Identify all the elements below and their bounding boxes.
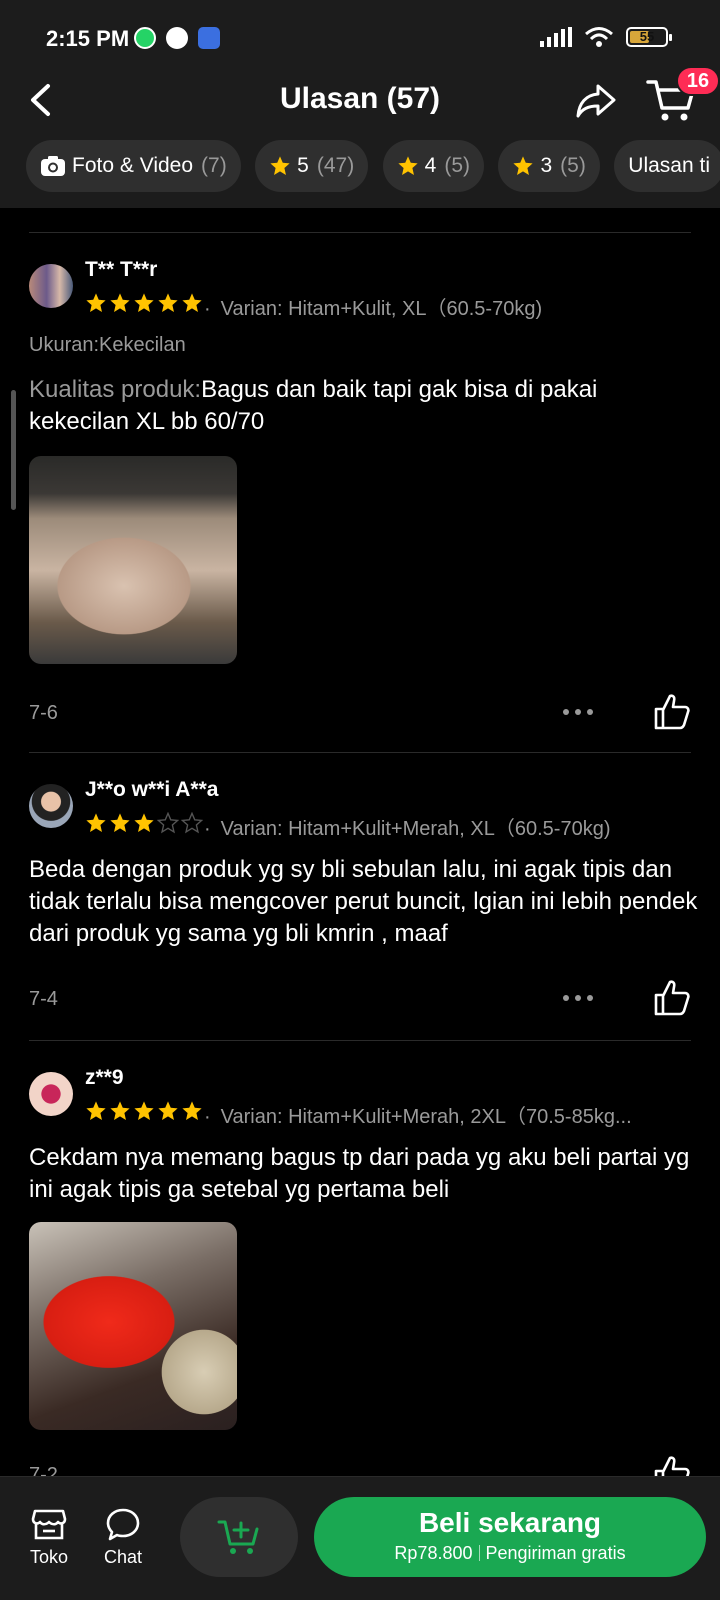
star-icon [513,156,534,175]
filter-label: 4 [424,154,437,177]
star-empty-icon [157,812,179,834]
share-button[interactable] [574,78,618,122]
shipping-label: Pengiriman gratis [485,1543,626,1563]
star-filled-icon [134,813,154,832]
star-empty-icon [181,812,203,834]
review-photo[interactable] [29,456,237,664]
thumbs-up-icon[interactable] [652,978,692,1018]
star-icon [398,156,418,175]
battery-level: 55 [639,29,655,44]
filter-label: Foto & Video [72,154,194,177]
filter-label: 3 [540,154,553,177]
buy-now-subtitle: Rp78.800 Pengiriman gratis [314,1543,706,1564]
reviewer-name: T** T**r [85,258,158,281]
battery-icon: 55 [626,27,672,47]
camera-icon [41,156,65,176]
avatar[interactable] [29,784,73,828]
variant-text: Varian: Hitam+Kulit+Merah, 2XL（70.5-85kg… [220,1106,632,1128]
review-date: 7-6 [29,702,58,724]
variant-text: Varian: Hitam+Kulit, XL（60.5-70kg) [220,298,543,320]
filter-count: (5) [444,154,471,177]
star-filled-icon [158,1101,178,1120]
bottom-action-bar: Toko Chat Beli sekarang Rp78.800 Pengirim… [0,1476,720,1600]
scroll-indicator[interactable] [11,390,16,510]
star-filled-icon [110,293,130,312]
variant-info: · Varian: Hitam+Kulit+Merah, 2XL（70.5-85k… [204,1106,632,1128]
signal-icon [540,27,572,47]
variant-text: Varian: Hitam+Kulit+Merah, XL（60.5-70kg) [220,818,611,840]
status-bar: 2:15 PM 55 [0,0,720,60]
filter-label: 5 [297,154,309,177]
review-text: Kualitas produk:Bagus dan baik tapi gak … [29,374,699,438]
filter-label: Ulasan ti [628,154,710,177]
star-filled-icon [158,293,178,312]
star-filled-icon [182,293,202,312]
price: Rp78.800 [394,1543,473,1563]
divider [29,232,691,233]
avatar[interactable] [29,264,73,308]
wifi-icon [585,27,613,47]
add-to-cart-button[interactable] [180,1497,298,1577]
divider [29,752,691,753]
share-icon [576,84,616,118]
quality-label: Kualitas produk: [29,376,202,403]
app-icon [166,27,188,49]
variant-info: · Varian: Hitam+Kulit, XL（60.5-70kg) [204,298,543,320]
add-to-cart-icon [217,1520,259,1554]
star-filled-icon [110,1101,130,1120]
chat-label: Chat [103,1547,143,1567]
header: Ulasan (57) [0,60,720,140]
cart-count-badge: 16 [676,66,720,96]
filter-4-stars[interactable]: 4 (5) [382,140,485,192]
reviewer-name: z**9 [85,1066,124,1089]
app-icon [198,27,220,49]
filter-text-reviews[interactable]: Ulasan ti [614,140,720,192]
filter-5-stars[interactable]: 5 (47) [255,140,369,192]
review-filter-bar: Foto & Video (7) 5 (47) 4 (5) 3 (5) Ulas… [0,140,720,208]
filter-count: (47) [316,154,355,177]
review-text: Cekdam nya memang bagus tp dari pada yg … [29,1144,690,1203]
rating-stars [85,292,203,314]
more-options-icon[interactable] [560,702,596,722]
buy-now-label: Beli sekarang [418,1507,602,1538]
filter-count: (5) [560,154,586,177]
filter-3-stars[interactable]: 3 (5) [498,140,600,192]
more-options-icon[interactable] [560,988,596,1008]
filter-photo-video[interactable]: Foto & Video (7) [26,140,241,192]
star-filled-icon [86,813,106,832]
star-filled-icon [134,1101,154,1120]
rating-stars [85,812,203,834]
shop-button[interactable]: Toko [17,1507,81,1568]
star-filled-icon [86,293,106,312]
star-icon [270,156,290,175]
status-time: 2:15 PM [46,26,130,51]
avatar[interactable] [29,1072,73,1116]
variant-info: · Varian: Hitam+Kulit+Merah, XL（60.5-70kg… [204,818,611,840]
review-date: 7-4 [29,988,58,1010]
filter-count: (7) [201,154,227,177]
buy-now-button[interactable]: Beli sekarang Rp78.800 Pengiriman gratis [314,1497,706,1577]
chat-button[interactable]: Chat [91,1507,155,1568]
star-filled-icon [110,813,130,832]
whatsapp-icon [134,27,156,49]
size-note: Ukuran:Kekecilan [29,334,186,356]
star-filled-icon [182,1101,202,1120]
review-photo[interactable] [29,1222,237,1430]
rating-stars [85,1100,203,1122]
thumbs-up-icon[interactable] [652,692,692,732]
chat-icon [106,1508,140,1541]
review-text: Beda dengan produk yg sy bli sebulan lal… [29,856,698,947]
store-icon [31,1509,67,1540]
star-filled-icon [134,293,154,312]
shop-label: Toko [29,1547,69,1567]
reviewer-name: J**o w**i A**a [85,778,219,801]
star-filled-icon [86,1101,106,1120]
divider [29,1040,691,1041]
